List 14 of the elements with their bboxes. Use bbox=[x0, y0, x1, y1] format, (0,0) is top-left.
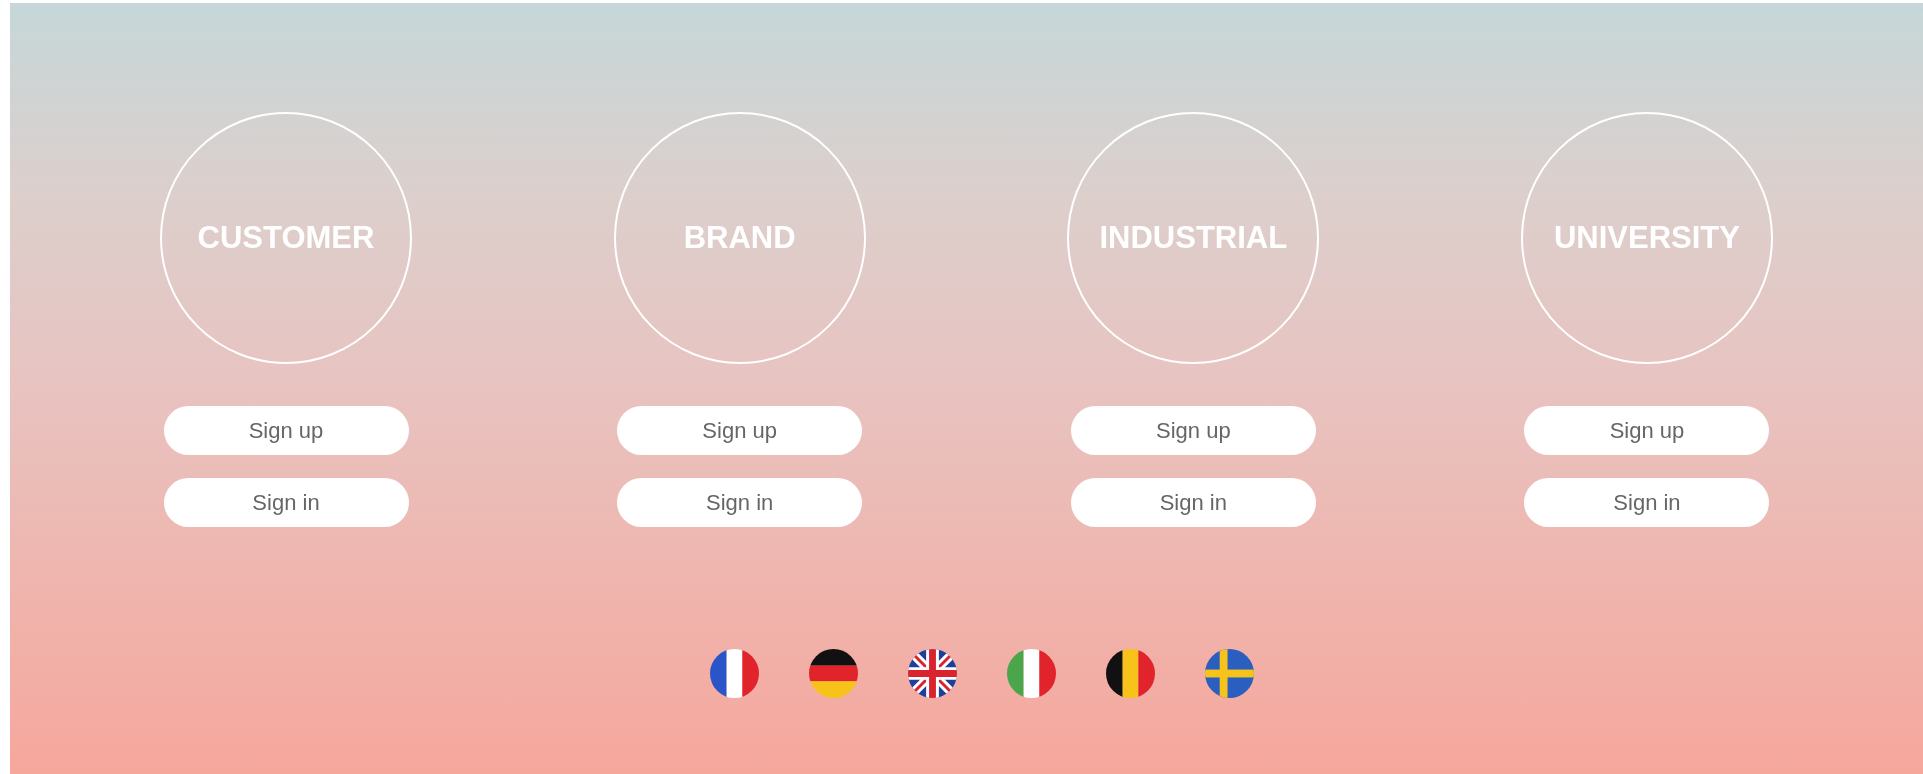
sign-up-button[interactable]: Sign up bbox=[617, 406, 863, 455]
sign-in-button[interactable]: Sign in bbox=[163, 478, 409, 527]
union-jack-flag-icon[interactable] bbox=[907, 649, 957, 698]
italy-flag-icon[interactable] bbox=[1006, 649, 1056, 698]
belgium-flag-icon[interactable] bbox=[1105, 649, 1155, 698]
france-flag-icon[interactable] bbox=[709, 649, 759, 698]
sign-up-button[interactable]: Sign up bbox=[163, 406, 409, 455]
germany-flag-icon[interactable] bbox=[808, 649, 858, 698]
sign-up-button[interactable]: Sign up bbox=[1524, 406, 1770, 455]
sign-in-button[interactable]: Sign in bbox=[617, 478, 863, 527]
sign-in-button[interactable]: Sign in bbox=[1524, 478, 1770, 527]
sweden-flag-icon[interactable] bbox=[1204, 649, 1254, 698]
sign-up-button[interactable]: Sign up bbox=[1070, 406, 1316, 455]
sign-in-button[interactable]: Sign in bbox=[1070, 478, 1316, 527]
